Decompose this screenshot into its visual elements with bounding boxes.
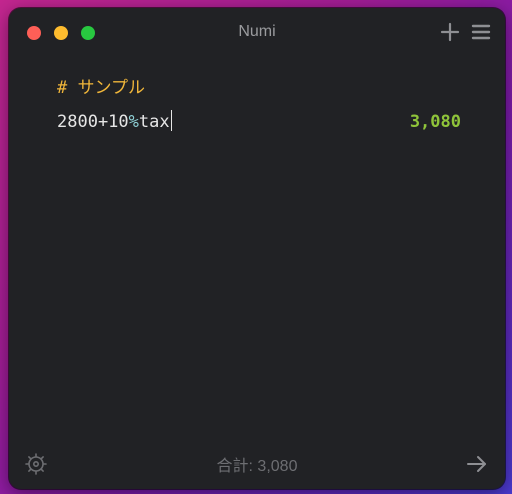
share-button[interactable]: [465, 452, 489, 476]
expression-line[interactable]: 2800+10%tax 3,080: [57, 110, 461, 134]
expression-number: 2800+10: [57, 112, 129, 132]
total-label[interactable]: 合計: 3,080: [9, 452, 505, 476]
calculation-editor[interactable]: # サンプル 2800+10%tax 3,080: [9, 58, 505, 439]
arrow-right-icon: [467, 456, 486, 472]
expression-unit: tax: [138, 112, 170, 132]
plus-icon: [440, 22, 460, 42]
footer-bar: 合計: 3,080: [9, 439, 505, 489]
numi-window: Numi # サンプル 2800+10%tax 3,080 合計: 3,080: [9, 8, 505, 489]
title-bar[interactable]: Numi: [9, 8, 505, 58]
expression-percent: %: [128, 112, 139, 132]
hamburger-menu-icon: [471, 24, 491, 40]
menu-button[interactable]: [470, 21, 492, 43]
heading-line[interactable]: # サンプル: [57, 76, 461, 100]
add-button[interactable]: [439, 21, 461, 43]
line-result[interactable]: 3,080: [410, 110, 461, 134]
text-cursor: [170, 110, 173, 131]
window-title: Numi: [238, 23, 276, 40]
